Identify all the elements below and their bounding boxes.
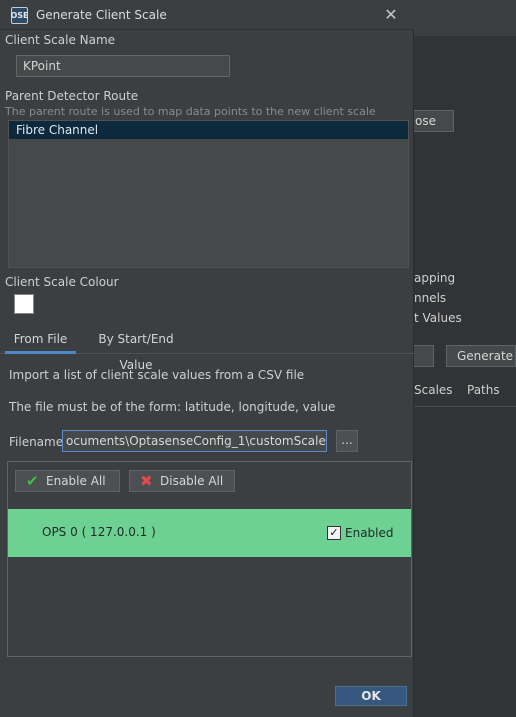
ops-panel: ✔ Enable All ✖ Disable All OPS 0 ( 127.0… [7,461,412,657]
colour-swatch[interactable] [14,294,34,314]
enabled-label: Enabled [345,526,394,540]
background-tab-scales[interactable]: Scales [414,383,453,397]
dialog-titlebar: OSE Generate Client Scale ✕ [0,0,414,30]
disable-all-button[interactable]: ✖ Disable All [129,470,235,492]
enabled-checkbox[interactable]: ✓ [327,526,341,540]
background-channels-label: nnels [414,291,447,305]
cross-icon: ✖ [140,472,153,490]
route-list-item[interactable]: Fibre Channel [9,121,408,139]
client-scale-colour-label: Client Scale Colour [5,275,119,289]
import-description: Import a list of client scale values fro… [9,368,305,382]
background-divider [414,406,516,407]
tab-bar: From File By Start/End Value [0,326,414,372]
format-description: The file must be of the form: latitude, … [9,400,336,414]
background-tab-paths[interactable]: Paths [467,383,500,397]
client-scale-name-input[interactable]: KPoint [16,55,230,77]
background-mapping-label: apping [414,271,456,285]
ops-name: OPS 0 ( 127.0.0.1 ) [42,525,156,539]
background-values-label: t Values [414,311,462,325]
parent-route-list[interactable]: Fibre Channel [8,120,409,268]
enable-all-button[interactable]: ✔ Enable All [15,470,120,492]
tab-from-file[interactable]: From File [5,326,76,354]
dialog-title: Generate Client Scale [36,8,167,22]
ops-row[interactable]: OPS 0 ( 127.0.0.1 ) ✓ Enabled [8,509,411,557]
check-icon: ✔ [26,472,39,490]
filename-label: Filename [9,435,64,449]
app-logo-icon: OSE [10,7,29,24]
parent-route-label: Parent Detector Route [5,89,139,103]
client-scale-name-label: Client Scale Name [5,33,116,47]
ok-button[interactable]: OK [335,686,407,706]
background-header [414,0,516,36]
generate-client-scale-dialog: OSE Generate Client Scale ✕ Client Scale… [0,0,414,717]
tab-by-start-end-value[interactable]: By Start/End Value [80,326,192,372]
close-icon[interactable]: ✕ [380,4,402,26]
browse-button[interactable]: ... [336,430,358,452]
parent-route-hint: The parent route is used to map data poi… [5,105,376,118]
filename-input[interactable]: ocuments\OptasenseConfig_1\customScale.c… [62,430,327,452]
background-generate-button[interactable]: Generate [446,345,516,367]
